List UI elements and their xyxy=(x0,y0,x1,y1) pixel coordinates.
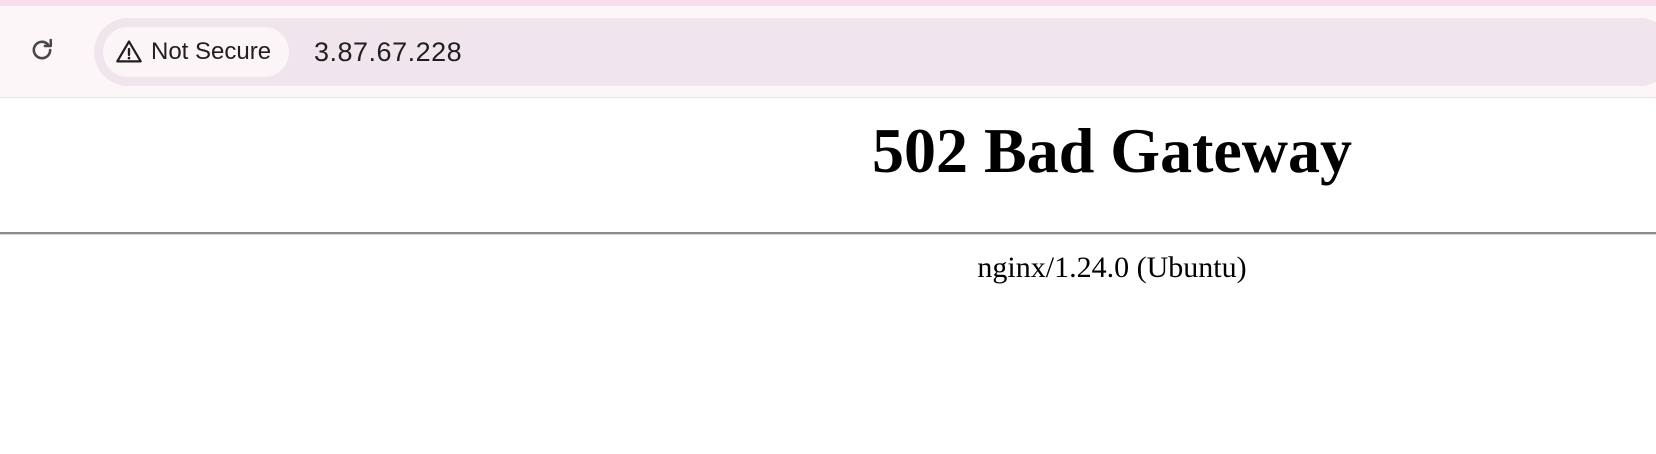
browser-toolbar: Not Secure 3.87.67.228 xyxy=(0,6,1656,98)
security-indicator-chip[interactable]: Not Secure xyxy=(103,27,290,77)
page-content: 502 Bad Gateway nginx/1.24.0 (Ubuntu) xyxy=(0,98,1656,454)
server-signature: nginx/1.24.0 (Ubuntu) xyxy=(977,251,1247,284)
reload-icon xyxy=(32,38,53,60)
address-bar[interactable]: Not Secure 3.87.67.228 xyxy=(94,18,1656,86)
reload-button[interactable] xyxy=(24,32,60,68)
security-label: Not Secure xyxy=(151,38,272,65)
horizontal-rule xyxy=(0,232,1656,235)
url-text[interactable]: 3.87.67.228 xyxy=(314,18,462,86)
warning-triangle-icon xyxy=(115,38,143,66)
error-title: 502 Bad Gateway xyxy=(872,115,1352,186)
